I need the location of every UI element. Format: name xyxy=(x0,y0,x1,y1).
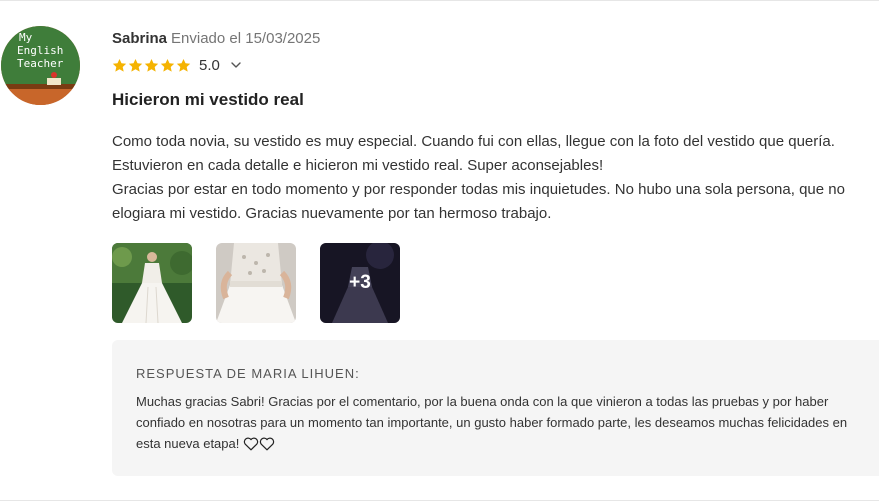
avatar[interactable]: My English Teacher xyxy=(1,26,80,105)
heart-outline-icon xyxy=(259,437,275,451)
sent-date: Enviado el 15/03/2025 xyxy=(171,30,321,47)
star-icon xyxy=(112,58,127,72)
avatar-text-line-3: Teacher xyxy=(17,57,64,70)
avatar-image: My English Teacher xyxy=(1,26,80,105)
photo-thumbnail[interactable] xyxy=(216,243,296,323)
heart-outline-icon xyxy=(243,437,259,451)
star-icon xyxy=(144,58,159,72)
owner-reply: RESPUESTA DE MARIA LIHUEN: Muchas gracia… xyxy=(112,340,879,476)
review-title: Hicieron mi vestido real xyxy=(112,90,304,109)
dress-photo xyxy=(112,243,192,323)
rating-row[interactable]: 5.0 xyxy=(112,53,879,77)
reply-heading: RESPUESTA DE MARIA LIHUEN: xyxy=(136,366,360,381)
dress-detail-photo xyxy=(216,243,296,323)
avatar-text-line-2: English xyxy=(17,44,63,57)
top-divider xyxy=(0,0,879,1)
review-photos: +3 xyxy=(112,243,879,323)
photo-thumbnail[interactable] xyxy=(112,243,192,323)
chevron-down-icon[interactable] xyxy=(230,59,242,71)
star-icon xyxy=(160,58,175,72)
reviewer-name: Sabrina xyxy=(112,30,168,47)
reply-text-block: Muchas gracias Sabri! Gracias por el com… xyxy=(136,391,848,454)
review-body: Como toda novia, su vestido es muy espec… xyxy=(112,130,877,226)
star-rating xyxy=(112,58,191,73)
review-paragraph: Como toda novia, su vestido es muy espec… xyxy=(112,133,835,174)
bottom-divider xyxy=(0,500,879,501)
review-paragraph: Gracias por estar en todo momento y por … xyxy=(112,181,845,222)
star-icon xyxy=(128,58,143,72)
more-photos-count: +3 xyxy=(320,243,400,323)
more-photos-thumbnail[interactable]: +3 xyxy=(320,243,400,323)
review-meta: Sabrina Enviado el 15/03/2025 xyxy=(112,26,879,52)
star-icon xyxy=(176,58,191,72)
rating-value: 5.0 xyxy=(199,56,220,74)
review-card: Sabrina Enviado el 15/03/2025 5.0 Hicier… xyxy=(112,26,879,323)
avatar-text-line-1: My xyxy=(19,31,33,44)
